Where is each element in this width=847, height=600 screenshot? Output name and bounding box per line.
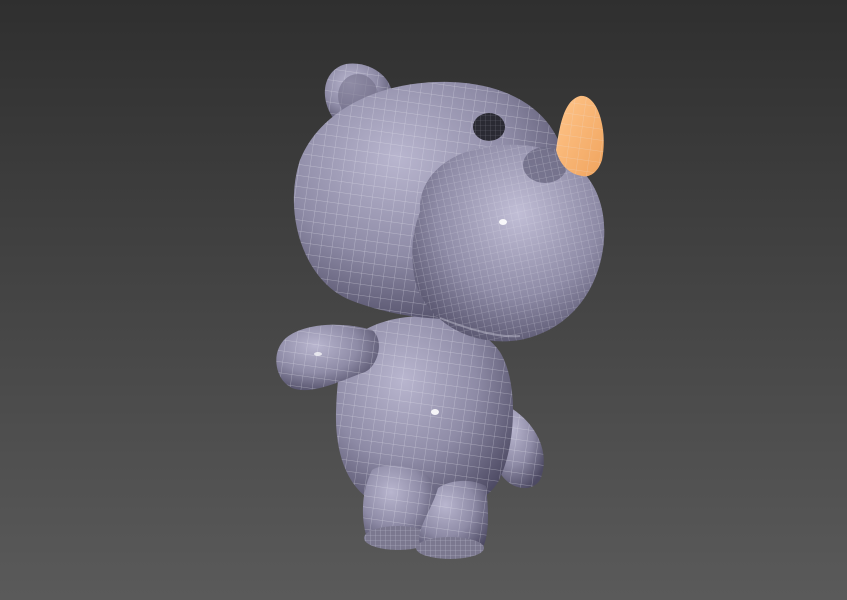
3d-viewport[interactable] [0, 0, 847, 600]
viewport-canvas[interactable] [0, 0, 847, 600]
rhino-eye [473, 113, 505, 141]
